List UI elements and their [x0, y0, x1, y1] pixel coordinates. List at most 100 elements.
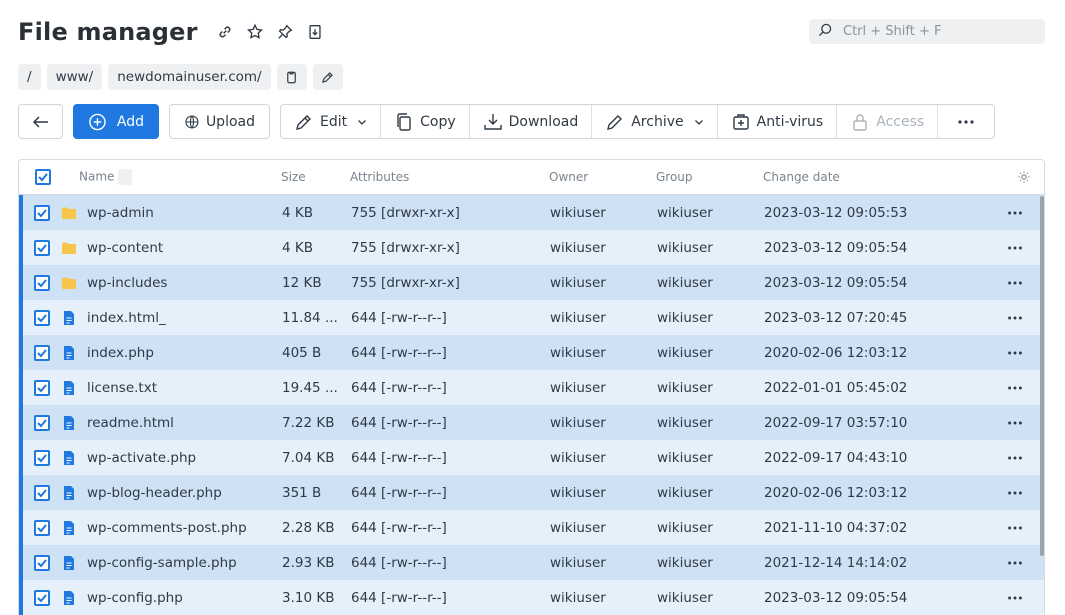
table-row[interactable]: wp-activate.php 7.04 KB 644 [-rw-r--r--] wi…	[19, 440, 1044, 475]
table-row[interactable]: index.php 405 B 644 [-rw-r--r--] wikiuser wi…	[19, 335, 1044, 370]
edit-label: Edit	[320, 113, 348, 130]
column-change-date[interactable]: Change date	[763, 170, 840, 184]
file-group: wikiuser	[657, 449, 713, 466]
file-icon	[61, 590, 77, 606]
column-group[interactable]: Group	[656, 170, 693, 184]
file-name[interactable]: index.php	[87, 345, 154, 361]
row-checkbox[interactable]	[34, 274, 50, 291]
row-checkbox[interactable]	[34, 309, 50, 326]
row-more-button[interactable]	[1005, 413, 1025, 433]
row-more-button[interactable]	[1005, 553, 1025, 573]
table-row[interactable]: wp-config.php 3.10 KB 644 [-rw-r--r--] wiki…	[19, 580, 1044, 615]
file-name[interactable]: wp-blog-header.php	[87, 485, 222, 501]
row-more-button[interactable]	[1005, 378, 1025, 398]
access-button[interactable]: Access	[837, 105, 939, 138]
file-name[interactable]: wp-content	[87, 240, 163, 256]
table-row[interactable]: wp-content 4 KB 755 [drwxr-xr-x] wikiuser wi…	[19, 230, 1044, 265]
row-more-button[interactable]	[1005, 483, 1025, 503]
file-name[interactable]: index.html_	[87, 310, 166, 326]
link-icon[interactable]	[216, 23, 234, 41]
edit-path-button[interactable]	[312, 64, 343, 90]
row-checkbox[interactable]	[34, 449, 50, 466]
breadcrumb-domain[interactable]: newdomainuser.com/	[108, 64, 271, 90]
download-button[interactable]: Download	[470, 105, 593, 138]
row-checkbox[interactable]	[34, 554, 50, 571]
table-row[interactable]: wp-comments-post.php 2.28 KB 644 [-rw-r--r…	[19, 510, 1044, 545]
row-checkbox[interactable]	[34, 414, 50, 431]
search-bar[interactable]	[809, 19, 1045, 44]
row-more-button[interactable]	[1005, 518, 1025, 538]
sort-icon[interactable]	[118, 169, 133, 185]
column-size[interactable]: Size	[281, 170, 306, 184]
table-row[interactable]: license.txt 19.45 ... 644 [-rw-r--r--] wiki…	[19, 370, 1044, 405]
more-icon	[958, 119, 974, 124]
edit-button[interactable]: Edit	[281, 105, 382, 138]
back-button[interactable]	[18, 104, 63, 139]
table-row[interactable]: wp-admin 4 KB 755 [drwxr-xr-x] wikiuser wiki…	[19, 195, 1044, 230]
file-name[interactable]: wp-activate.php	[87, 450, 196, 466]
row-checkbox[interactable]	[34, 344, 50, 361]
star-icon[interactable]	[246, 23, 264, 41]
scrollbar[interactable]	[1040, 196, 1044, 556]
row-checkbox[interactable]	[34, 589, 50, 606]
file-name[interactable]: wp-config.php	[87, 590, 183, 606]
file-name[interactable]: wp-comments-post.php	[87, 520, 247, 536]
row-more-button[interactable]	[1005, 448, 1025, 468]
upload-button[interactable]: Upload	[169, 104, 270, 139]
file-change-date: 2022-09-17 03:57:10	[764, 414, 908, 431]
antivirus-button[interactable]: Anti-virus	[718, 105, 838, 138]
file-change-date: 2023-03-12 09:05:54	[764, 589, 908, 606]
row-more-button[interactable]	[1005, 273, 1025, 293]
copy-button[interactable]: Copy	[381, 105, 470, 138]
file-name[interactable]: wp-config-sample.php	[87, 555, 237, 571]
file-icon	[61, 345, 77, 361]
file-change-date: 2023-03-12 09:05:53	[764, 204, 908, 221]
row-checkbox[interactable]	[34, 379, 50, 396]
file-attributes: 644 [-rw-r--r--]	[351, 484, 447, 501]
row-more-button[interactable]	[1005, 238, 1025, 258]
row-checkbox[interactable]	[34, 519, 50, 536]
file-name[interactable]: license.txt	[87, 380, 157, 396]
table-row[interactable]: index.html_ 11.84 ... 644 [-rw-r--r--] wiki…	[19, 300, 1044, 335]
row-checkbox[interactable]	[34, 204, 50, 221]
pin-icon[interactable]	[276, 23, 294, 41]
file-attributes: 644 [-rw-r--r--]	[351, 379, 447, 396]
column-owner[interactable]: Owner	[549, 170, 588, 184]
table-row[interactable]: readme.html 7.22 KB 644 [-rw-r--r--] wikius…	[19, 405, 1044, 440]
file-name[interactable]: wp-includes	[87, 275, 167, 291]
select-all-checkbox[interactable]	[35, 169, 51, 185]
file-owner: wikiuser	[550, 344, 606, 361]
more-icon	[1008, 596, 1022, 599]
pencil-icon	[296, 114, 311, 130]
folder-icon	[61, 275, 77, 291]
archive-button[interactable]: Archive	[592, 105, 718, 138]
row-checkbox[interactable]	[34, 239, 50, 256]
file-icon	[61, 310, 77, 326]
more-icon	[1008, 491, 1022, 494]
folder-icon	[61, 240, 77, 256]
bookmark-icon[interactable]	[306, 23, 324, 41]
row-more-button[interactable]	[1005, 308, 1025, 328]
column-attributes[interactable]: Attributes	[350, 170, 409, 184]
copy-path-button[interactable]	[276, 64, 307, 90]
column-name-label: Name	[79, 169, 115, 184]
file-icon	[61, 380, 77, 396]
table-row[interactable]: wp-includes 12 KB 755 [drwxr-xr-x] wikiuser…	[19, 265, 1044, 300]
file-name[interactable]: readme.html	[87, 415, 174, 431]
file-name[interactable]: wp-admin	[87, 205, 154, 221]
gear-icon[interactable]	[1017, 170, 1031, 184]
edit-path-icon	[322, 71, 333, 83]
row-more-button[interactable]	[1005, 588, 1025, 608]
file-change-date: 2023-03-12 09:05:54	[764, 274, 908, 291]
breadcrumb-www[interactable]: www/	[46, 64, 103, 90]
more-actions-button[interactable]	[938, 105, 994, 138]
breadcrumb-root[interactable]: /	[18, 64, 41, 90]
table-row[interactable]: wp-config-sample.php 2.93 KB 644 [-rw-r--r…	[19, 545, 1044, 580]
row-more-button[interactable]	[1005, 343, 1025, 363]
row-more-button[interactable]	[1005, 203, 1025, 223]
table-row[interactable]: wp-blog-header.php 351 B 644 [-rw-r--r--] w…	[19, 475, 1044, 510]
column-name[interactable]: Name	[79, 169, 133, 185]
search-input[interactable]	[843, 24, 1043, 39]
add-button[interactable]: Add	[73, 104, 159, 139]
row-checkbox[interactable]	[34, 484, 50, 501]
